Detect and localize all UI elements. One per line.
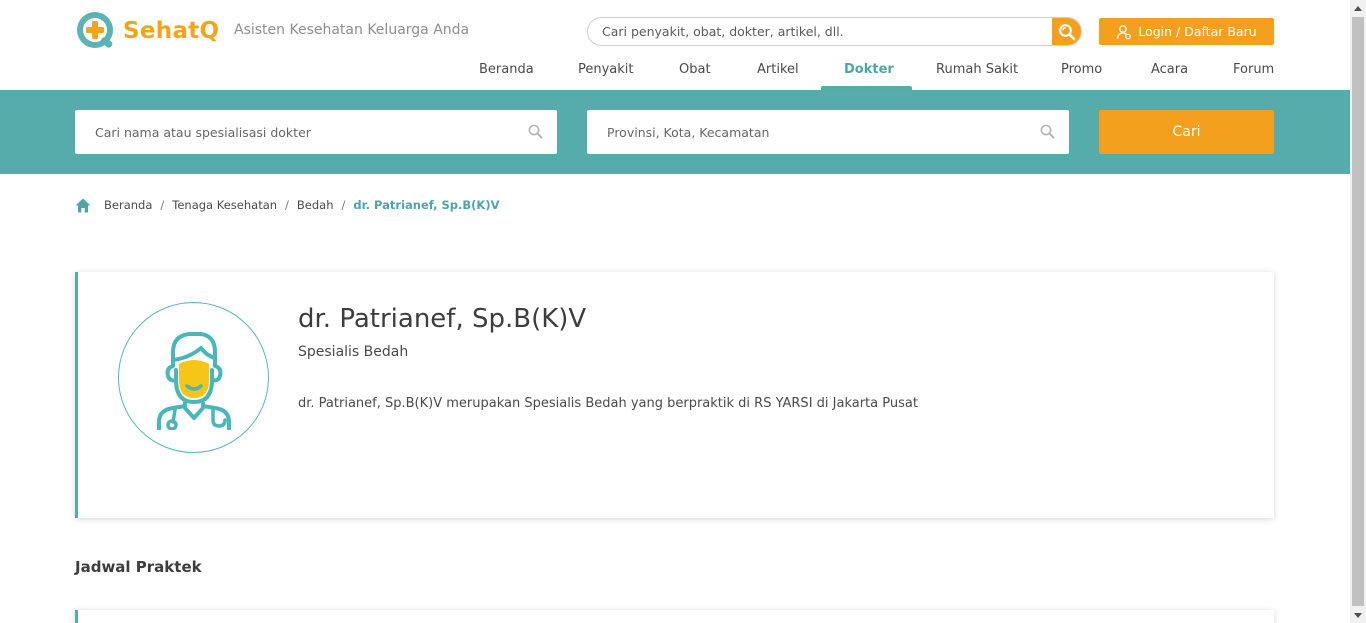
doctor-name-search [75,110,557,154]
doctor-avatar-icon [156,331,231,430]
doctor-name-input[interactable] [75,110,557,154]
nav-item-rumah-sakit[interactable]: Rumah Sakit [936,62,1018,77]
tagline: Asisten Kesehatan Keluarga Anda [234,22,470,38]
breadcrumb-current: dr. Patrianef, Sp.B(K)V [353,198,500,212]
login-register-button[interactable]: Login / Daftar Baru [1099,18,1274,45]
global-search-button[interactable] [1052,18,1081,45]
breadcrumb: Beranda / Tenaga Kesehatan / Bedah / dr.… [75,196,500,214]
search-icon [1058,23,1075,40]
breadcrumb-bedah[interactable]: Bedah [297,198,334,212]
logo-icon [77,12,113,48]
global-search [587,17,1082,46]
logo-text: SehatQ [123,18,220,44]
logo[interactable]: SehatQ [75,10,219,52]
nav-item-promo[interactable]: Promo [1061,62,1102,77]
doctor-specialty: Spesialis Bedah [298,344,409,360]
breadcrumb-separator: / [341,198,346,212]
scroll-down-arrow-icon[interactable] [1350,607,1366,623]
nav-item-acara[interactable]: Acara [1151,62,1188,77]
doctor-search-bar: Cari [0,90,1350,174]
user-icon [1117,24,1132,39]
search-icon [1040,124,1055,139]
main-nav: Beranda Penyakit Obat Artikel Dokter Rum… [0,62,1350,90]
search-icon [528,124,543,139]
scrollbar-thumb[interactable] [1352,17,1364,606]
nav-item-penyakit[interactable]: Penyakit [578,62,634,77]
doctor-name: dr. Patrianef, Sp.B(K)V [298,304,587,334]
avatar [118,302,269,453]
doctor-profile-card: dr. Patrianef, Sp.B(K)V Spesialis Bedah … [75,272,1274,518]
global-search-input[interactable] [588,18,1048,45]
nav-item-forum[interactable]: Forum [1233,62,1274,77]
breadcrumb-beranda[interactable]: Beranda [104,198,152,212]
page-scrollbar[interactable] [1350,0,1366,623]
location-search [587,110,1069,154]
nav-item-dokter[interactable]: Dokter [844,62,894,77]
nav-item-artikel[interactable]: Artikel [757,62,799,77]
home-icon[interactable] [75,198,91,213]
breadcrumb-tenaga-kesehatan[interactable]: Tenaga Kesehatan [172,198,277,212]
search-doctor-button[interactable]: Cari [1099,110,1274,154]
breadcrumb-separator: / [160,198,165,212]
doctor-description: dr. Patrianef, Sp.B(K)V merupakan Spesia… [298,396,918,411]
nav-item-obat[interactable]: Obat [679,62,711,77]
schedule-title: Jadwal Praktek [75,558,202,576]
schedule-card [75,610,1274,623]
nav-item-beranda[interactable]: Beranda [479,62,534,77]
page: SehatQ Asisten Kesehatan Keluarga Anda L… [0,0,1366,623]
scroll-up-arrow-icon[interactable] [1350,0,1366,16]
login-register-label: Login / Daftar Baru [1138,24,1257,39]
breadcrumb-separator: / [285,198,289,212]
location-input[interactable] [587,110,1069,154]
site-header: SehatQ Asisten Kesehatan Keluarga Anda L… [0,0,1350,90]
